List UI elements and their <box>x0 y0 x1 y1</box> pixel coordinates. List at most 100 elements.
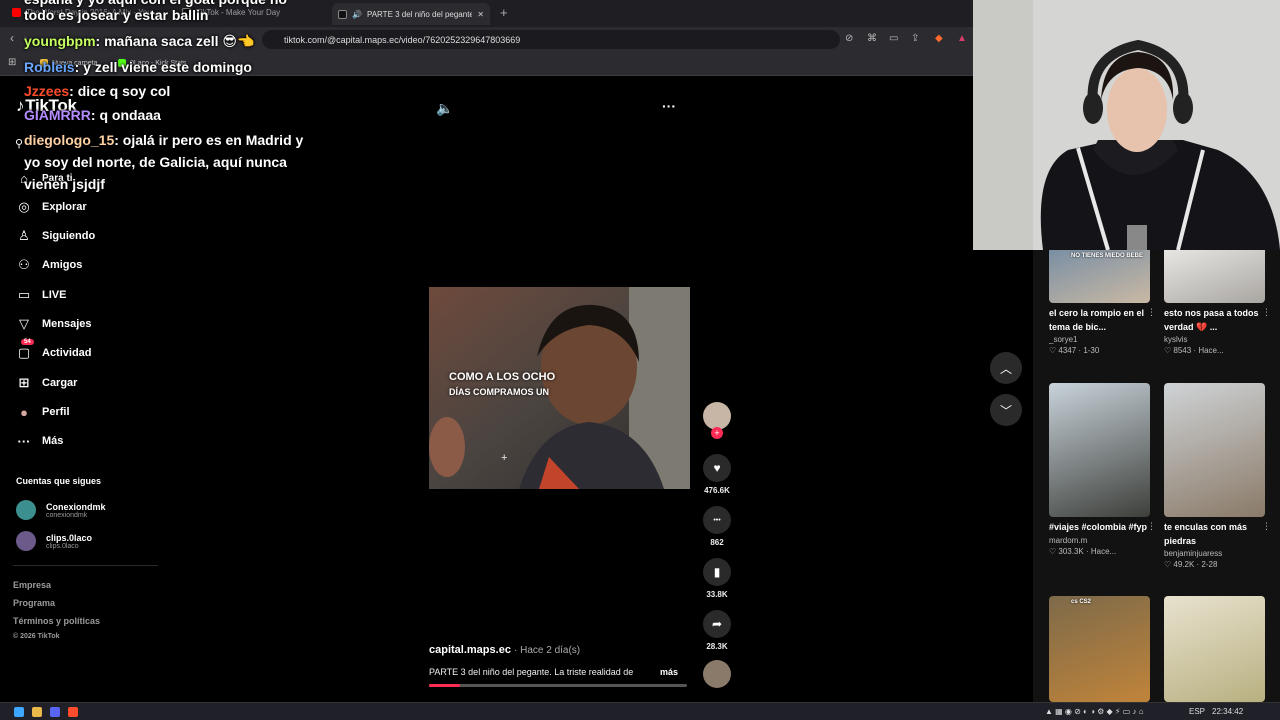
no-tracking-icon[interactable]: ⊘ <box>845 33 853 44</box>
tab-active-video[interactable]: 🔊 PARTE 3 del niño del pegante ✕ <box>332 3 490 25</box>
video-thumbnail[interactable] <box>1164 596 1265 702</box>
following-account[interactable]: Conexiondmk conexiondmk <box>16 500 106 520</box>
more-options-icon[interactable]: ··· <box>662 98 676 114</box>
sidebar-item-activity[interactable]: ▢ 54 Actividad <box>16 339 92 361</box>
thumbnail-text: NO TIENES MIEDO BEBE <box>1071 253 1144 259</box>
suggested-video-card[interactable]: te enculas con más piedras ⋮ benjaminjuare… <box>1164 383 1271 569</box>
kebab-menu-icon[interactable]: ⋮ <box>1262 521 1271 532</box>
video-progress-bar[interactable] <box>429 684 687 687</box>
sidebar-item-friends[interactable]: ⚇ Amigos <box>16 257 82 273</box>
post-date: · Hace 2 día(s) <box>514 645 581 656</box>
heart-icon: ♡ <box>1049 546 1059 556</box>
share-icon[interactable]: ⇪ <box>911 33 919 44</box>
back-icon[interactable]: ‹ <box>10 31 14 45</box>
share-button[interactable]: ➦ 28.3K <box>702 610 732 651</box>
video-thumbnail[interactable] <box>1164 250 1265 303</box>
suggested-video-card[interactable]: cs CS2 <box>1049 596 1150 702</box>
windows-taskbar: ▲ ▦ ◉ ⊘ ◐ ◑ ⚙ ◆ ⚡ ▭ ♪ ⌂ ESP 22:34:42 <box>0 702 1280 720</box>
footer-link-terminos[interactable]: Términos y políticas <box>13 616 100 626</box>
sidebar-item-upload[interactable]: ⊞ Cargar <box>16 375 78 391</box>
like-count: 4347 <box>1058 346 1077 355</box>
video-author[interactable]: benjaminjuaress <box>1164 549 1265 558</box>
speaker-icon: 🔊 <box>352 9 362 19</box>
previous-video-button[interactable]: ︿ <box>990 352 1022 384</box>
footer-link-programa[interactable]: Programa <box>13 598 55 608</box>
video-title[interactable]: te enculas con más piedras <box>1164 521 1265 548</box>
rewards-icon[interactable]: ▲ <box>957 33 967 44</box>
url-text: tiktok.com/@capital.maps.ec/video/762025… <box>284 34 521 45</box>
chat-username: Jzzees <box>24 83 70 99</box>
sidebar-item-profile[interactable]: ● Perfil <box>16 404 70 420</box>
sidebar-divider <box>13 565 158 566</box>
start-icon[interactable] <box>14 707 24 717</box>
music-disc[interactable] <box>702 660 732 688</box>
video-thumbnail[interactable]: cs CS2 <box>1049 596 1150 702</box>
video-author[interactable]: capital.maps.ec · Hace 2 día(s) <box>429 644 580 656</box>
chat-message: vienen jsjdjf <box>24 176 105 192</box>
youtube-favicon-icon <box>12 7 21 17</box>
video-caption: DÍAS COMPRAMOS UN <box>449 387 550 397</box>
search-icon[interactable]: ⚲ <box>15 137 23 150</box>
sidebar-item-label: Actividad <box>42 347 92 359</box>
url-bar[interactable]: tiktok.com/@capital.maps.ec/video/762025… <box>262 30 840 49</box>
sidebar-item-label: Perfil <box>42 406 70 418</box>
sidebar-item-live[interactable]: ▭ LIVE <box>16 287 67 303</box>
avatar <box>16 500 36 520</box>
tray-icons[interactable]: ▲ ▦ ◉ ⊘ ◐ ◑ ⚙ ◆ ⚡ ▭ ♪ ⌂ <box>1045 707 1144 716</box>
kebab-menu-icon[interactable]: ⋮ <box>1262 307 1271 318</box>
brave-icon[interactable] <box>68 707 78 717</box>
sidebar-item-compass[interactable]: ◎ Explorar <box>16 199 86 215</box>
video-caption: COMO A LOS OCHO <box>449 371 556 383</box>
brave-shield-icon[interactable]: ◆ <box>935 33 943 44</box>
sidebar-item-following[interactable]: ♙ Siguiendo <box>16 228 95 244</box>
copyright: © 2026 TikTok <box>13 633 60 640</box>
sidebar-item-more[interactable]: ··· Más <box>16 433 64 449</box>
video-title[interactable]: esto nos pasa a todos verdad 💔 ... <box>1164 307 1265 334</box>
share-count: 28.3K <box>706 642 728 651</box>
video-author[interactable]: mardom.m <box>1049 536 1150 545</box>
footer-link-empresa[interactable]: Empresa <box>13 580 51 590</box>
file-explorer-icon[interactable] <box>32 707 42 717</box>
video-player[interactable]: COMO A LOS OCHO DÍAS COMPRAMOS UN <box>429 287 690 489</box>
chat-message: youngbpm: mañana saca zell 😎👈 <box>24 33 254 49</box>
chat-message: GIAMRRR: q ondaaa <box>24 107 161 123</box>
volume-icon[interactable]: 🔈 <box>436 100 453 117</box>
video-thumbnail[interactable] <box>1164 383 1265 517</box>
video-meta: ♡ 8543 · Hace... <box>1164 346 1265 355</box>
keyboard-language[interactable]: ESP <box>1189 707 1205 716</box>
suggested-video-card[interactable]: esto nos pasa a todos verdad 💔 ... ⋮ kyslv… <box>1164 250 1271 355</box>
new-tab-button[interactable]: + <box>500 5 508 20</box>
like-button[interactable]: ♥ 476.6K <box>702 454 732 495</box>
chat-text: y zell viene este domingo <box>83 59 252 75</box>
translate-icon[interactable]: ⌘ <box>867 33 877 44</box>
video-author[interactable]: kyslvis <box>1164 335 1265 344</box>
save-button[interactable]: ▮ 33.8K <box>702 558 732 599</box>
video-author[interactable]: _sorye1 <box>1049 335 1150 344</box>
comment-button[interactable]: ••• 862 <box>702 506 732 547</box>
author-avatar-button[interactable]: + <box>702 402 732 439</box>
clock[interactable]: 22:34:42 <box>1212 707 1243 716</box>
video-thumbnail[interactable] <box>1049 383 1150 517</box>
video-date: · Hace... <box>1191 346 1224 355</box>
suggested-video-card[interactable]: #viajes #colombia #fyp ⋮ mardom.m ♡ 303.3K … <box>1049 383 1156 556</box>
next-video-button[interactable]: ﹀ <box>990 394 1022 426</box>
heart-icon: ♡ <box>1164 560 1174 569</box>
video-title[interactable]: el cero la rompio en el tema de bic... <box>1049 307 1150 334</box>
like-count: 49.2K <box>1173 560 1195 569</box>
more-link[interactable]: más <box>660 667 678 677</box>
close-tab-icon[interactable]: ✕ <box>477 10 484 19</box>
suggested-video-card[interactable] <box>1164 596 1265 702</box>
apps-grid-icon[interactable]: ⊞ <box>8 57 16 68</box>
author-name[interactable]: capital.maps.ec <box>429 644 511 656</box>
following-account[interactable]: clips.0laco clips.0laco <box>16 531 92 551</box>
reader-icon[interactable]: ▭ <box>889 33 898 44</box>
tiktok-note-icon: ♪ <box>16 96 25 115</box>
follow-plus-icon[interactable]: + <box>711 427 723 439</box>
sidebar-item-messages[interactable]: ▽ Mensajes <box>16 316 92 332</box>
video-thumbnail[interactable]: NO TIENES MIEDO BEBE <box>1049 250 1150 303</box>
video-title[interactable]: #viajes #colombia #fyp <box>1049 521 1150 535</box>
discord-icon[interactable] <box>50 707 60 717</box>
suggested-video-card[interactable]: NO TIENES MIEDO BEBE el cero la rompio en… <box>1049 250 1156 355</box>
kebab-menu-icon[interactable]: ⋮ <box>1147 521 1156 532</box>
kebab-menu-icon[interactable]: ⋮ <box>1147 307 1156 318</box>
